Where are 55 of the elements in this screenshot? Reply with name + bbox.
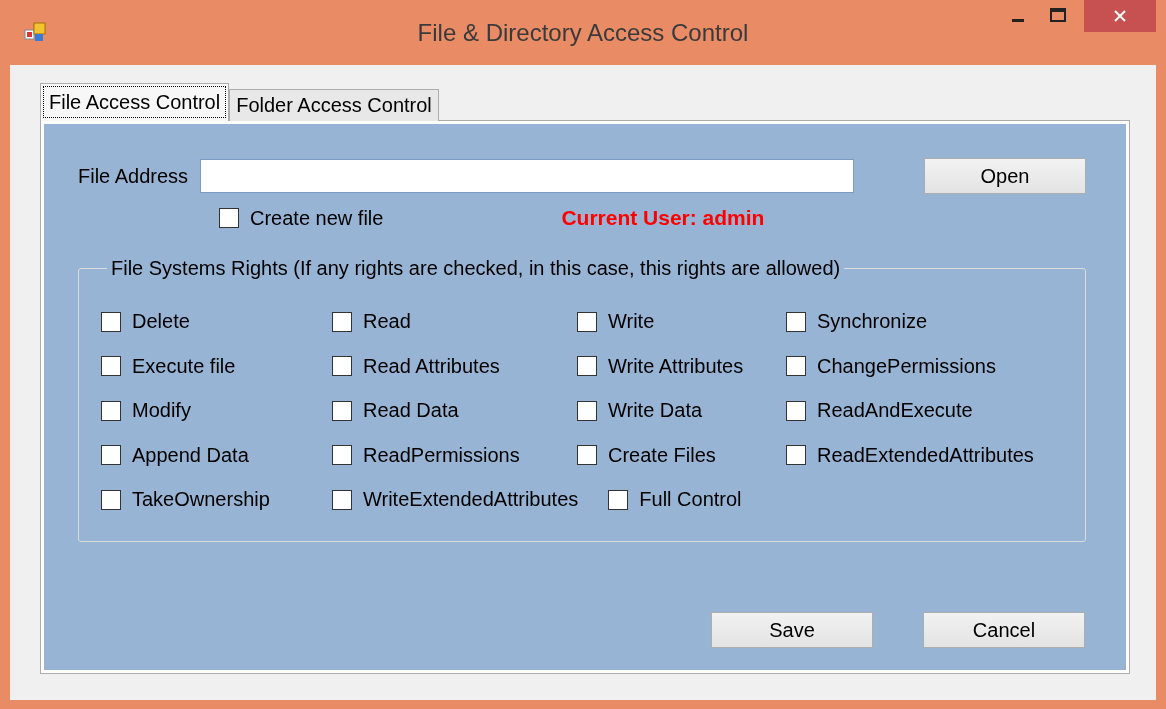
checkbox-label[interactable]: Write xyxy=(608,310,655,333)
checkbox[interactable] xyxy=(577,311,597,332)
checkbox-label[interactable]: Full Control xyxy=(639,488,742,511)
checkbox-label[interactable]: Write Attributes xyxy=(608,354,744,378)
close-icon xyxy=(1113,9,1127,23)
close-button[interactable] xyxy=(1084,0,1156,32)
dialog-button[interactable]: Save xyxy=(711,612,873,648)
checkbox[interactable] xyxy=(332,445,352,465)
checkbox[interactable] xyxy=(101,356,121,376)
open-button[interactable]: Open xyxy=(924,158,1086,194)
checkbox-label[interactable]: Read xyxy=(363,310,411,333)
app-icon xyxy=(24,22,46,42)
checkbox[interactable] xyxy=(786,400,806,421)
checkbox[interactable] xyxy=(101,400,121,421)
checkbox[interactable] xyxy=(332,400,352,421)
file-address-field[interactable] xyxy=(200,159,855,193)
tab[interactable]: Folder Access Control xyxy=(229,89,439,121)
checkbox-label[interactable]: ReadPermissions xyxy=(363,443,520,467)
tab[interactable]: File Access Control xyxy=(40,83,230,121)
checkbox-label[interactable]: Synchronize xyxy=(817,310,928,333)
checkbox[interactable] xyxy=(577,400,597,421)
checkbox[interactable] xyxy=(101,445,121,465)
window-title: File & Directory Access Control xyxy=(417,19,749,47)
checkbox-label[interactable]: ReadExtendedAttributes xyxy=(817,443,1034,467)
checkbox-label[interactable]: Delete xyxy=(132,310,190,333)
checkbox-label[interactable]: ReadAndExecute xyxy=(817,399,973,422)
checkbox-label[interactable]: TakeOwnership xyxy=(132,488,270,511)
checkbox[interactable] xyxy=(332,356,352,376)
checkbox-label[interactable]: Modify xyxy=(132,399,191,422)
checkbox-label[interactable]: Write Data xyxy=(608,399,703,422)
checkbox[interactable] xyxy=(608,489,629,510)
checkbox[interactable] xyxy=(332,489,352,510)
field-label: File Address xyxy=(78,164,189,188)
checkbox-label[interactable]: Create Files xyxy=(608,443,716,467)
checkbox-label[interactable]: WriteExtendedAttributes xyxy=(363,488,579,511)
checkbox-label[interactable]: ChangePermissions xyxy=(817,354,996,378)
checkbox-label[interactable]: Read Data xyxy=(363,399,459,422)
current-user-label: Current User: admin xyxy=(561,206,765,230)
maximize-icon xyxy=(1050,8,1066,22)
checkbox[interactable] xyxy=(786,311,806,332)
dialog-button[interactable]: Cancel xyxy=(923,612,1085,648)
checkbox[interactable] xyxy=(577,356,597,376)
checkbox-label[interactable]: Read Attributes xyxy=(363,354,500,378)
checkbox[interactable] xyxy=(786,445,806,465)
minimize-icon xyxy=(1012,18,1024,22)
checkbox[interactable] xyxy=(332,311,352,332)
checkbox[interactable] xyxy=(219,208,239,228)
group-title: File Systems Rights (If any rights are checked, in this case, this rights are allowed) xyxy=(110,257,842,280)
checkbox[interactable] xyxy=(101,489,121,510)
checkbox[interactable] xyxy=(101,311,121,332)
checkbox-label[interactable]: Append Data xyxy=(132,443,249,467)
checkbox[interactable] xyxy=(786,356,806,376)
checkbox-label[interactable]: Execute file xyxy=(132,354,236,378)
checkbox-label[interactable]: Create new file xyxy=(250,206,384,230)
checkbox[interactable] xyxy=(577,445,597,465)
